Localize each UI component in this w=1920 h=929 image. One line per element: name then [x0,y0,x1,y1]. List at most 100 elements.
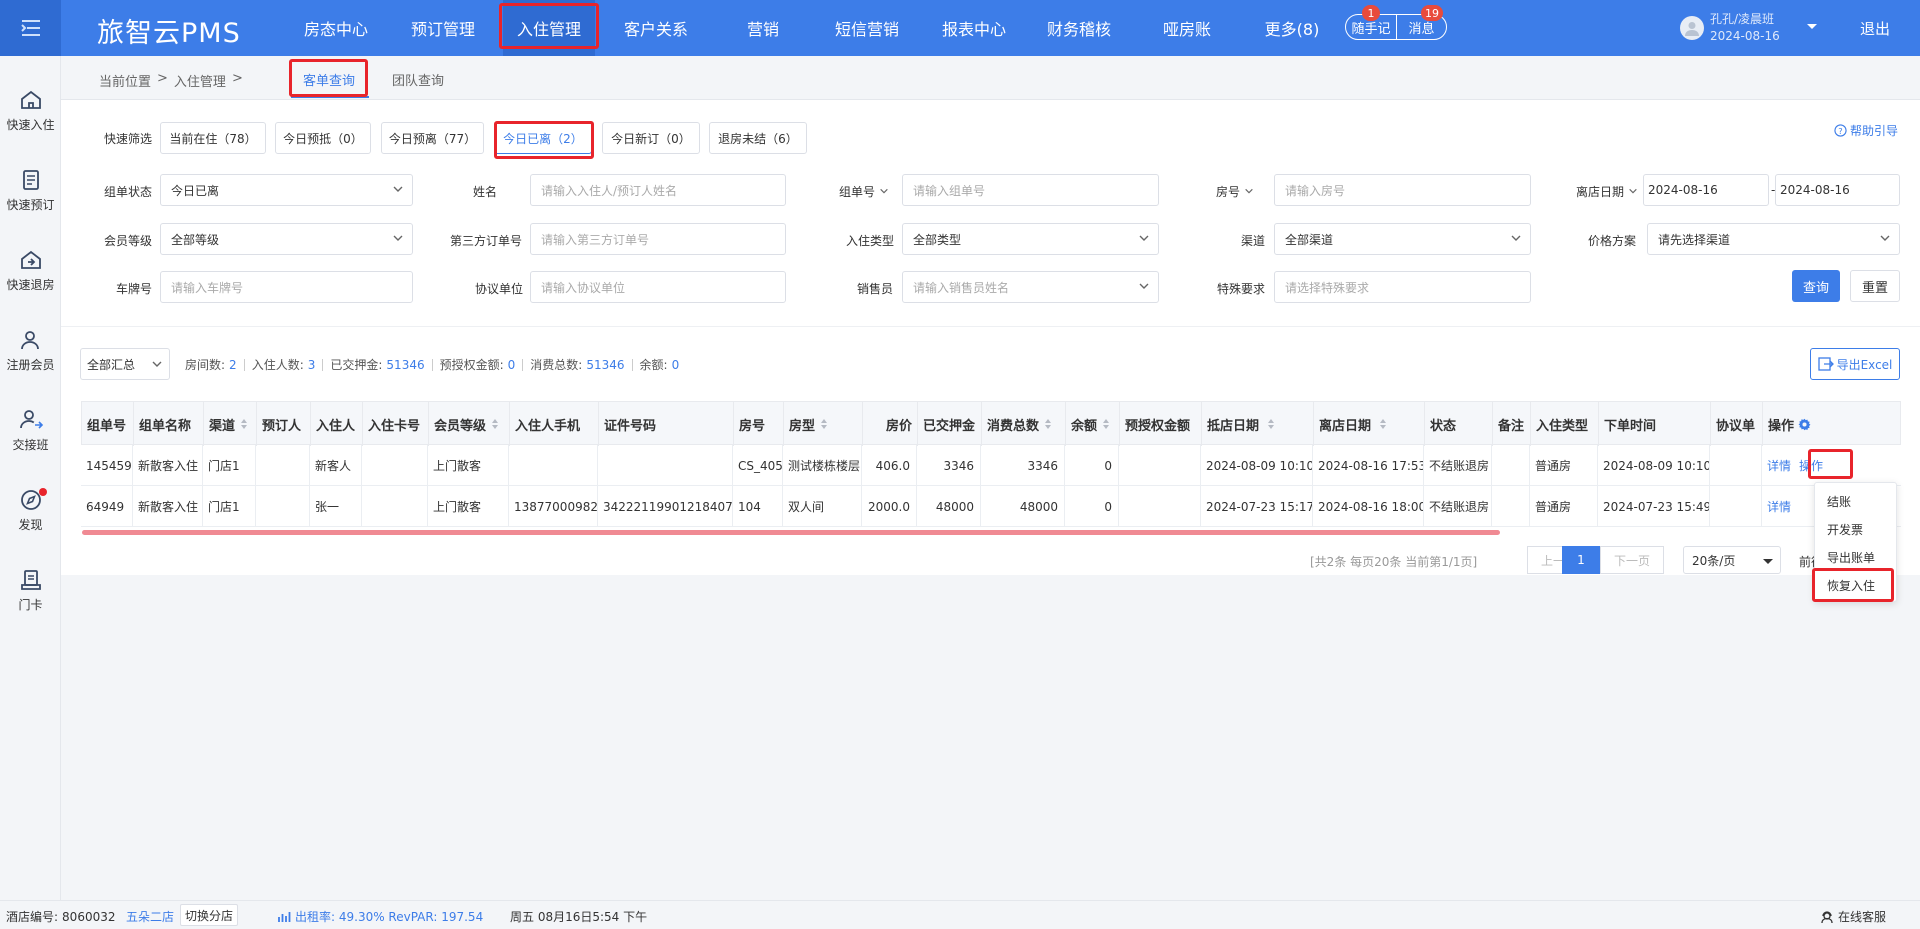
sort-icon [241,419,248,429]
name-input[interactable]: 请输入入住人/预订人姓名 [530,174,786,206]
nav-checkin-management[interactable]: 入住管理 [503,0,595,56]
summary-scope-select[interactable]: 全部汇总 [80,348,170,380]
horizontal-scrollbar[interactable] [82,530,1500,535]
nav-finance-audit[interactable]: 财务稽核 [1033,0,1125,56]
quick-filter-arriving-today[interactable]: 今日预抵（0） [275,122,371,154]
cell-balance: 0 [1065,486,1119,527]
room-label[interactable]: 房号 [1216,183,1254,200]
menu-item-export-bill[interactable]: 导出账单 [1827,549,1875,566]
breadcrumb-section[interactable]: 入住管理 [174,71,226,90]
leave-date-label[interactable]: 离店日期 [1576,183,1638,200]
col-departure-date[interactable]: 离店日期 [1314,402,1425,446]
sidebar-item-quick-booking[interactable]: 快速预订 [0,166,61,226]
discover-notification-dot [38,488,47,496]
agreement-unit-input[interactable]: 请输入协议单位 [530,271,786,303]
user-info[interactable]: 孔孔/凌晨班 2024-08-16 [1680,10,1780,46]
member-level-select[interactable]: 全部等级 [160,223,413,255]
price-plan-select[interactable]: 请先选择渠道 [1647,223,1900,255]
cell-group-no: 145459 [81,445,133,486]
export-excel-button[interactable]: 导出Excel [1810,348,1900,380]
channel-value: 全部渠道 [1285,232,1334,247]
leave-date-from-input[interactable]: 2024-08-16 [1643,174,1769,206]
help-guide-link[interactable]: ? 帮助引导 [1834,122,1898,139]
deposit-label: 已交押金: [330,358,383,372]
nav-reservation[interactable]: 预订管理 [397,0,489,56]
cell-agreement [1710,486,1762,527]
nav-customer-relations[interactable]: 客户关系 [610,0,702,56]
price-plan-value: 请先选择渠道 [1658,232,1731,247]
breadcrumb-location: 当前位置 [99,75,152,90]
salesperson-select[interactable]: 请输入销售员姓名 [902,271,1159,303]
col-member-level[interactable]: 会员等级 [429,402,510,446]
sidebar-item-register-member[interactable]: 注册会员 [0,326,61,386]
sort-icon [1103,419,1110,429]
current-datetime: 周五 08月16日5:54 下午 [510,910,648,924]
user-dropdown-icon[interactable] [1806,20,1818,32]
cell-member-level: 上门散客 [428,445,509,486]
messages-button[interactable]: 消息 19 [1396,5,1446,39]
price-plan-label: 价格方案 [1588,234,1637,248]
leave-date-to-input[interactable]: 2024-08-16 [1775,174,1900,206]
group-no-label[interactable]: 组单号 [839,183,889,200]
table-row[interactable]: 64949 新散客入住 门店1 张一 上门散客 13877000982 3422… [81,486,1901,527]
online-service-button[interactable]: 在线客服 [1820,908,1886,925]
col-total-consumption[interactable]: 消费总数 [982,402,1066,446]
cell-remark [1492,486,1530,527]
detail-link[interactable]: 详情 [1767,498,1791,515]
current-store[interactable]: 五朵二店 [126,908,174,925]
tab-group-query[interactable]: 团队查询 [392,70,444,89]
detail-link[interactable]: 详情 [1767,457,1791,474]
room-input[interactable]: 请输入房号 [1274,174,1531,206]
nav-reports[interactable]: 报表中心 [928,0,1020,56]
switch-store-button[interactable]: 切换分店 [180,904,239,926]
channel-select[interactable]: 全部渠道 [1274,223,1531,255]
table-row[interactable]: 145459 新散客入住 门店1 新客人 上门散客 CS_405 测试楼栋楼层 … [81,445,1901,486]
menu-toggle-button[interactable] [0,0,61,56]
order-status-select[interactable]: 今日已离 [160,174,413,206]
checkin-type-select[interactable]: 全部类型 [902,223,1159,255]
col-room-type[interactable]: 房型 [784,402,863,446]
query-button[interactable]: 查询 [1792,270,1840,302]
sidebar-item-shift-handover[interactable]: 交接班 [0,406,61,466]
menu-item-settle[interactable]: 结账 [1827,493,1851,510]
sidebar-item-discover[interactable]: 发现 [0,486,61,546]
pagination-info: [共2条 每页20条 当前第1/1页] [1310,555,1478,569]
nav-more[interactable]: 更多(8) [1246,0,1338,56]
quick-filter-new-today[interactable]: 今日新订（0） [602,122,700,154]
cell-id-number: 342221199012184075 [598,486,733,527]
menu-item-restore-checkin[interactable]: 恢复入住 [1827,577,1875,594]
nav-marketing[interactable]: 营销 [717,0,809,56]
sidebar-item-quick-checkin[interactable]: 快速入住 [0,86,61,146]
third-party-order-input[interactable]: 请输入第三方订单号 [530,223,786,255]
operation-link[interactable]: 操作 [1799,457,1823,474]
tab-guest-order-query[interactable]: 客单查询 [303,70,355,89]
gear-icon[interactable] [1798,418,1811,431]
notes-button[interactable]: 随手记 1 [1346,5,1396,39]
group-no-input[interactable]: 请输入组单号 [902,174,1159,206]
page-size-select[interactable]: 20条/页 [1683,546,1781,574]
quick-filter-departed-today[interactable]: 今日已离（2） [494,122,592,154]
logout-button[interactable]: 退出 [1860,18,1890,39]
cell-room-type: 双人间 [783,486,862,527]
col-booker: 预订人 [257,402,311,446]
nav-sms-marketing[interactable]: 短信营销 [821,0,913,56]
quick-filter-unsettled-checkout[interactable]: 退房未结（6） [709,122,807,154]
nav-room-status[interactable]: 房态中心 [290,0,382,56]
quick-filter-departing-today[interactable]: 今日预离（77） [381,122,484,154]
chevron-down-icon [393,235,403,241]
reset-button[interactable]: 重置 [1850,270,1900,302]
sidebar-item-door-card[interactable]: 门卡 [0,566,61,626]
next-page-button[interactable]: 下一页 [1600,546,1664,574]
menu-item-issue-invoice[interactable]: 开发票 [1827,521,1863,538]
sidebar-item-quick-checkout[interactable]: 快速退房 [0,246,61,306]
col-arrival-date[interactable]: 抵店日期 [1202,402,1314,446]
special-request-select[interactable]: 请选择特殊要求 [1274,271,1531,303]
col-channel[interactable]: 渠道 [204,402,257,446]
quick-filter-in-house[interactable]: 当前在住（78） [160,122,266,154]
nav-dummy-room-account[interactable]: 哑房账 [1141,0,1233,56]
page-1-button[interactable]: 1 [1562,546,1600,574]
col-id-number: 证件号码 [599,402,734,446]
cell-balance: 0 [1065,445,1119,486]
plate-input[interactable]: 请输入车牌号 [160,271,413,303]
col-balance[interactable]: 余额 [1066,402,1120,446]
